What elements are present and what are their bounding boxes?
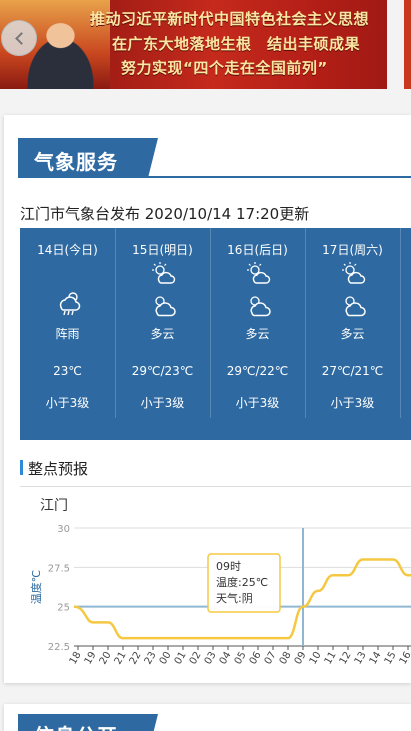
day-label: 16日(后日): [227, 243, 288, 257]
weather-service-card: 气象服务 江门市气象台发布 2020/10/14 17:20更新 14日(今日)…: [4, 115, 411, 683]
x-tick-label: 02: [188, 650, 204, 667]
weather-text: 多云: [150, 327, 175, 341]
weather-text: 阵雨: [55, 327, 80, 341]
y-tick-label: 22.5: [48, 642, 70, 653]
tooltip-weather: 天气:阴: [216, 591, 253, 605]
x-tick-label: 21: [113, 650, 129, 667]
y-tick-label: 27.5: [48, 563, 70, 574]
header-accent-bar: [20, 460, 23, 475]
forecast-day[interactable]: 16日(后日) 多云 29℃/22℃ 小于3级: [210, 228, 305, 418]
banner-prev-button[interactable]: [1, 20, 37, 56]
day-label: 15日(明日): [132, 243, 193, 257]
info-disclosure-card: 信息公开: [4, 704, 411, 731]
x-tick-label: 18: [68, 650, 84, 667]
wind-level: 小于3级: [235, 396, 280, 410]
banner-slogan-line-2: 在广东大地落地生根 结出丰硕成果: [112, 35, 361, 53]
x-tick-label: 16: [398, 650, 411, 667]
section-title: 气象服务: [34, 150, 118, 174]
hourly-forecast-title: 整点预报: [28, 460, 89, 478]
x-tick-label: 10: [308, 650, 324, 667]
x-tick-label: 23: [143, 650, 159, 667]
forecast-day[interactable]: 17日(周六) 多云 27℃/21℃ 小于3级: [305, 228, 400, 418]
forecast-day[interactable]: 15日(明日) 多云 29℃/23℃ 小于3级: [115, 228, 210, 418]
cloudy-icon: [155, 296, 176, 317]
chevron-left-icon: [14, 31, 28, 45]
day-divider: [400, 228, 401, 418]
wind-level: 小于3级: [45, 396, 90, 410]
x-tick-label: 19: [83, 650, 99, 667]
forecast-day-partial[interactable]: [400, 228, 411, 418]
section-title-tab[interactable]: 信息公开: [18, 714, 148, 731]
temperature: 29℃/23℃: [131, 364, 194, 378]
y-axis-label: 温度℃: [29, 570, 43, 604]
x-tick-label: 08: [278, 650, 294, 667]
daily-forecast-panel[interactable]: 14日(今日) 阵雨 23℃ 小于3级 15日(明日) 多云 29℃/23℃ 小…: [20, 228, 411, 440]
banner-slogan-line-3: 努力实现“四个走在全国前列”: [121, 59, 328, 77]
x-tick-label: 07: [263, 650, 279, 667]
wind-level: 小于3级: [140, 396, 185, 410]
temperature: 27℃/21℃: [321, 364, 384, 378]
top-banner[interactable]: 推动习近平新时代中国特色社会主义思想 在广东大地落地生根 结出丰硕成果 努力实现…: [0, 0, 411, 90]
x-tick-label: 14: [368, 650, 384, 667]
sun-cloud-icon: [342, 262, 366, 284]
section-title-tab[interactable]: 气象服务: [18, 138, 148, 178]
shower-rain-icon: [59, 292, 81, 316]
x-tick-label: 06: [248, 650, 264, 667]
x-tick-label: 04: [218, 650, 234, 667]
y-tick-label: 30: [57, 524, 70, 535]
weather-text: 多云: [340, 327, 365, 341]
section-header: 气象服务: [18, 138, 411, 178]
x-tick-label: 09: [293, 650, 309, 667]
forecast-day[interactable]: 14日(今日) 阵雨 23℃ 小于3级: [20, 228, 115, 418]
tooltip-hour: 09时: [216, 560, 241, 573]
temperature: 23℃: [53, 364, 82, 378]
cloudy-icon: [345, 296, 366, 317]
y-tick-label: 25: [57, 603, 70, 614]
hourly-forecast-panel[interactable]: 江门 22.5 25 27.5 30 温度℃ 18 19 20 21 22 23 00 01 02 03 04…: [20, 486, 411, 681]
x-tick-label: 15: [383, 650, 399, 667]
x-tick-label: 00: [158, 650, 174, 667]
x-tick-label: 20: [98, 650, 114, 667]
x-tick-label: 12: [338, 650, 354, 667]
temperature: 29℃/22℃: [226, 364, 289, 378]
cloudy-icon: [250, 296, 271, 317]
day-label: 17日(周六): [322, 243, 383, 257]
sun-cloud-icon: [152, 262, 176, 284]
x-tick-label: 05: [233, 650, 249, 667]
banner-image[interactable]: 推动习近平新时代中国特色社会主义思想 在广东大地落地生根 结出丰硕成果 努力实现…: [0, 0, 387, 89]
weather-text: 多云: [245, 327, 270, 341]
tooltip-temperature: 温度:25℃: [216, 575, 268, 589]
day-label: 14日(今日): [37, 243, 98, 257]
wind-level: 小于3级: [330, 396, 375, 410]
x-tick-label: 13: [353, 650, 369, 667]
hourly-temperature-chart[interactable]: 22.52527.530温度℃18 19 20 21 22 23 00 01 02 03 04 05 0…: [20, 488, 411, 678]
banner-next-slide-edge: [404, 0, 411, 89]
banner-slogan-line-1: 推动习近平新时代中国特色社会主义思想: [90, 10, 370, 28]
section-title: 信息公开: [34, 720, 118, 731]
x-tick-label: 11: [323, 650, 339, 667]
sun-cloud-icon: [247, 262, 271, 284]
x-tick-label: 22: [128, 650, 144, 667]
x-tick-label: 03: [203, 650, 219, 667]
x-tick-label: 01: [173, 650, 189, 667]
publish-info: 江门市气象台发布 2020/10/14 17:20更新: [20, 205, 310, 223]
